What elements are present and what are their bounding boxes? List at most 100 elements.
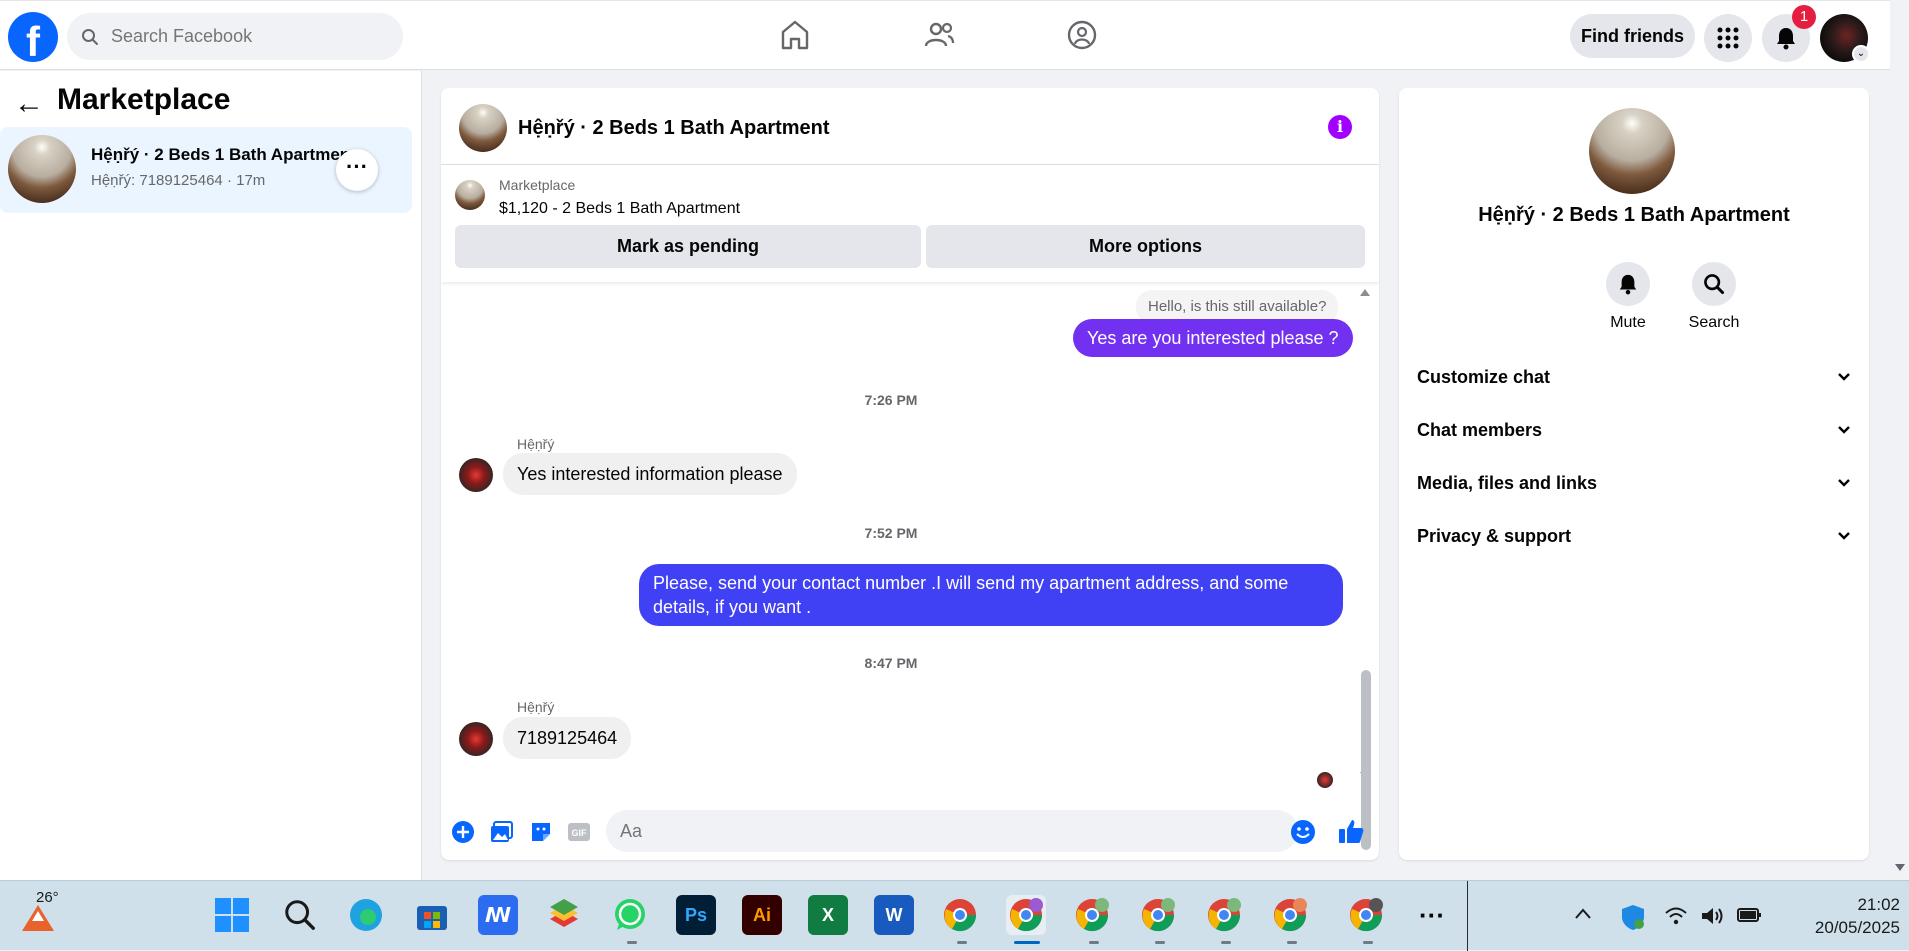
chrome-app[interactable] xyxy=(1072,895,1112,935)
search-action[interactable]: Search xyxy=(1674,262,1754,332)
section-label: Customize chat xyxy=(1417,366,1551,387)
chrome-app[interactable] xyxy=(1204,895,1244,935)
volume-icon[interactable] xyxy=(1700,905,1726,927)
search-box[interactable] xyxy=(67,13,403,60)
more-options-button[interactable]: More options xyxy=(926,225,1365,268)
conversation-title: Hệṇřý · 2 Beds 1 Bath Apartment xyxy=(91,145,351,164)
more-apps-icon[interactable]: ··· xyxy=(1412,895,1452,935)
search-in-chat-button[interactable] xyxy=(1692,262,1736,306)
photoshop-app[interactable]: Ps xyxy=(676,895,716,935)
scroll-down-icon[interactable] xyxy=(1893,862,1907,874)
incoming-message[interactable]: 7189125464 xyxy=(503,717,632,759)
info-icon[interactable]: i xyxy=(1328,115,1352,139)
chrome-icon xyxy=(1274,898,1307,932)
whatsapp-icon xyxy=(615,899,645,930)
chrome-app[interactable] xyxy=(1346,895,1386,935)
emoji-icon[interactable] xyxy=(1290,819,1316,845)
mute-button[interactable] xyxy=(1606,262,1650,306)
outgoing-message[interactable]: Please, send your contact number .I will… xyxy=(639,564,1343,626)
mark-as-pending-button[interactable]: Mark as pending xyxy=(455,225,921,268)
section-chat-members[interactable]: Chat members xyxy=(1417,408,1851,452)
chrome-app[interactable] xyxy=(1270,895,1310,935)
edge-app[interactable] xyxy=(346,895,386,935)
seen-indicator-avatar xyxy=(1317,772,1333,788)
mute-action[interactable]: Mute xyxy=(1588,262,1668,332)
gif-icon[interactable]: GIF xyxy=(567,820,591,844)
top-navigation-bar: f Find friends 1 ⌄ xyxy=(0,0,1890,70)
chevron-up-icon[interactable] xyxy=(1574,907,1592,921)
start-button[interactable] xyxy=(212,895,252,935)
chrome-icon xyxy=(1010,898,1043,932)
search-label: Search xyxy=(1688,314,1740,331)
illustrator-app[interactable]: Ai xyxy=(742,895,782,935)
chevron-down-icon[interactable]: ⌄ xyxy=(1852,45,1870,63)
search-icon xyxy=(285,900,315,930)
store-app[interactable] xyxy=(412,895,452,935)
sticker-icon[interactable] xyxy=(529,820,553,844)
running-indicator xyxy=(1287,941,1297,944)
excel-app[interactable]: X xyxy=(808,895,848,935)
excel-icon: X xyxy=(821,904,834,925)
photoshop-icon: Ps xyxy=(684,904,708,925)
incoming-message[interactable]: Yes interested information please xyxy=(503,453,797,495)
page-scrollbar[interactable] xyxy=(1890,0,1909,880)
info-panel-title: Hệṇřý · 2 Beds 1 Bath Apartment xyxy=(1478,204,1790,226)
chrome-icon xyxy=(1142,898,1175,932)
chat-avatar[interactable] xyxy=(459,104,507,152)
bluestacks-app[interactable] xyxy=(544,895,584,935)
running-indicator xyxy=(1089,941,1099,944)
section-privacy-support[interactable]: Privacy & support xyxy=(1417,514,1851,558)
photo-icon[interactable] xyxy=(490,820,514,844)
chat-title[interactable]: Hệṇřý · 2 Beds 1 Bath Apartment xyxy=(518,117,830,140)
chrome-app[interactable] xyxy=(940,895,980,935)
plus-icon[interactable] xyxy=(451,820,475,844)
chrome-icon xyxy=(1208,898,1241,932)
menu-button[interactable] xyxy=(1704,14,1752,62)
back-arrow-icon[interactable]: ← xyxy=(14,87,44,121)
conversation-item[interactable]: Hệṇřý · 2 Beds 1 Bath Apartment Hệṇřý: 7… xyxy=(0,127,412,213)
security-shield-icon[interactable] xyxy=(1620,903,1646,931)
sender-avatar[interactable] xyxy=(459,722,493,756)
listing-avatar[interactable] xyxy=(1589,108,1675,194)
word-app[interactable]: W xyxy=(874,895,914,935)
scroll-up-icon[interactable] xyxy=(1358,286,1372,298)
sender-avatar[interactable] xyxy=(459,458,493,492)
chat-window: Hệṇřý · 2 Beds 1 Bath Apartment i Market… xyxy=(441,88,1379,860)
monday-app[interactable]: ꟿ xyxy=(478,895,518,935)
find-friends-button[interactable]: Find friends xyxy=(1570,14,1695,58)
listing-category: Marketplace xyxy=(499,177,576,193)
more-options-button[interactable]: ··· xyxy=(336,149,378,191)
outgoing-message[interactable]: Yes are you interested please ? xyxy=(1073,319,1353,357)
search-icon xyxy=(82,28,98,45)
search-icon xyxy=(1704,274,1725,295)
wifi-icon[interactable] xyxy=(1664,905,1688,927)
friends-icon[interactable] xyxy=(923,19,955,51)
illustrator-icon: Ai xyxy=(753,904,771,925)
facebook-logo[interactable]: f xyxy=(8,12,58,65)
clock-time: 21:02 xyxy=(1857,895,1900,914)
conversation-preview: Hệṇřý: 7189125464 · 17m xyxy=(91,172,266,189)
chrome-app[interactable] xyxy=(1138,895,1178,935)
like-icon[interactable] xyxy=(1337,817,1365,845)
system-clock[interactable]: 21:02 20/05/2025 xyxy=(1770,893,1900,939)
active-indicator xyxy=(1014,941,1040,944)
listing-description[interactable]: $1,120 - 2 Beds 1 Bath Apartment xyxy=(499,200,740,218)
taskbar-search[interactable] xyxy=(280,895,320,935)
message-input[interactable] xyxy=(606,810,1298,852)
listing-banner: Marketplace $1,120 - 2 Beds 1 Bath Apart… xyxy=(441,165,1379,282)
home-icon[interactable] xyxy=(780,19,810,51)
chrome-icon xyxy=(1076,898,1109,932)
listing-thumbnail[interactable] xyxy=(455,180,485,210)
chrome-app-active[interactable] xyxy=(1006,895,1046,935)
battery-icon[interactable] xyxy=(1736,905,1762,925)
section-customize-chat[interactable]: Customize chat xyxy=(1417,355,1851,399)
search-input[interactable] xyxy=(111,26,371,47)
bell-icon xyxy=(1777,28,1795,50)
weather-widget[interactable]: 26° xyxy=(18,889,59,935)
windows-taskbar: 26° ꟿ Ps Ai X W ··· 21:02 20/05/2025 xyxy=(0,880,1909,951)
store-icon xyxy=(417,906,447,930)
whatsapp-app[interactable] xyxy=(610,895,650,935)
groups-icon[interactable] xyxy=(1066,19,1098,51)
svg-text:GIF: GIF xyxy=(572,828,588,838)
section-media-files-links[interactable]: Media, files and links xyxy=(1417,461,1851,505)
